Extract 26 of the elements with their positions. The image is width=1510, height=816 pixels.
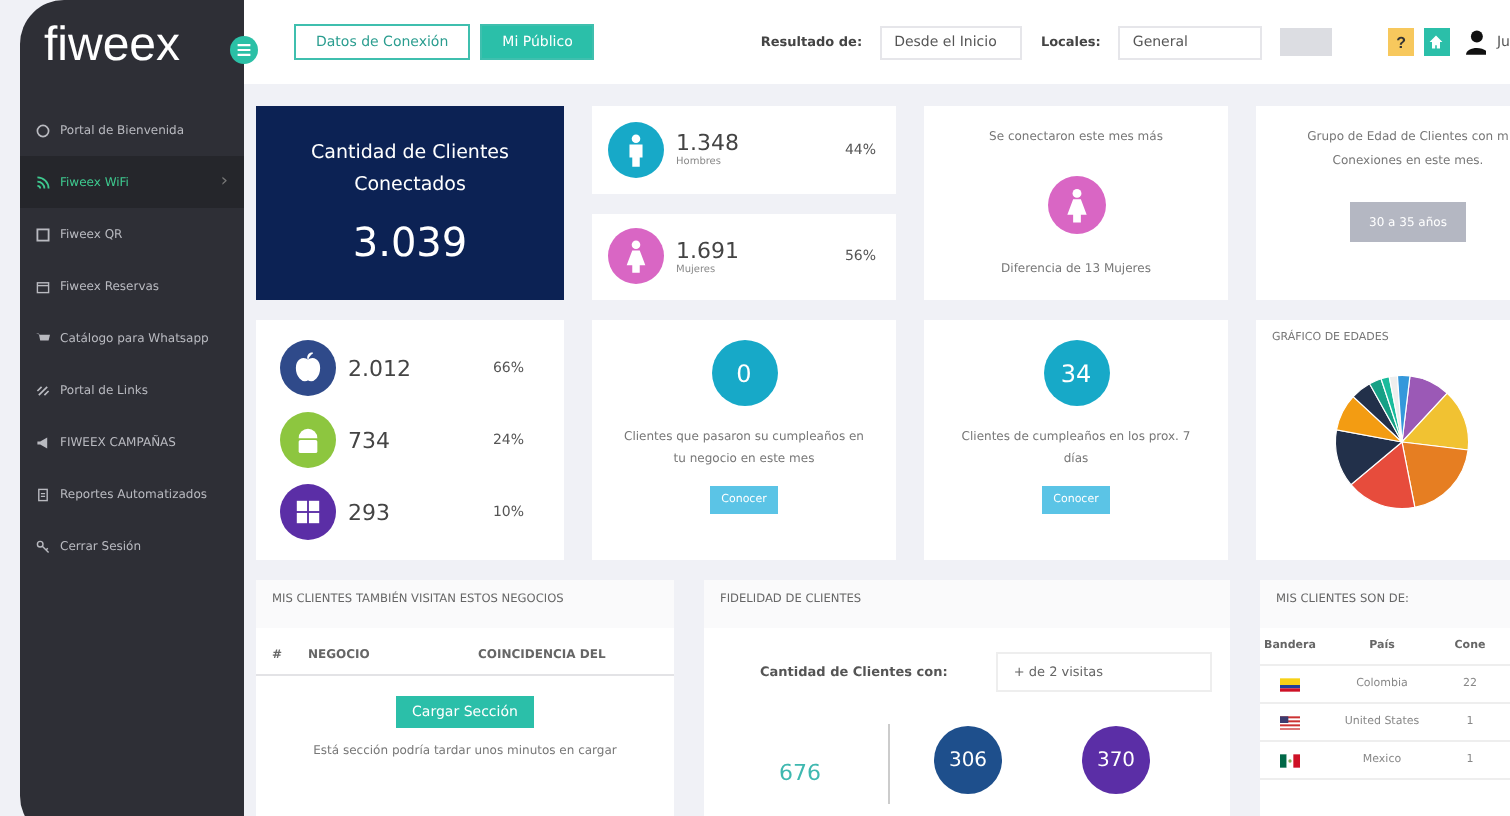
key-icon (36, 539, 50, 553)
fidelity-count: 306 (934, 726, 1002, 794)
user-icon[interactable] (1465, 28, 1487, 56)
gender-count: 1.348 (676, 130, 741, 157)
megaphone-icon (36, 435, 50, 449)
cart-icon (36, 331, 50, 345)
os-count: 293 (348, 499, 390, 525)
menu-icon (236, 42, 252, 58)
flag-icon (1280, 677, 1300, 691)
logo: fiweex (42, 16, 183, 76)
help-button[interactable]: ? (1388, 28, 1414, 56)
os-count: 2.012 (348, 355, 411, 381)
calendar-icon (36, 279, 50, 293)
home-icon (1428, 34, 1445, 50)
gender-count: 1.691 (676, 237, 741, 264)
fidelity-count: 370 (1082, 726, 1150, 794)
wifi-icon (36, 175, 50, 189)
fidelity-count: 676 (777, 759, 823, 785)
report-icon (36, 487, 50, 501)
birthday-count: 0 (711, 340, 777, 406)
os-count: 734 (348, 427, 390, 453)
birthday-count: 34 (1043, 340, 1109, 406)
flag-icon (1280, 715, 1300, 729)
total-title: Cantidad de Clientes Conectados (309, 140, 511, 200)
total-value: 3.039 (350, 218, 470, 266)
flag-icon (1280, 753, 1300, 767)
